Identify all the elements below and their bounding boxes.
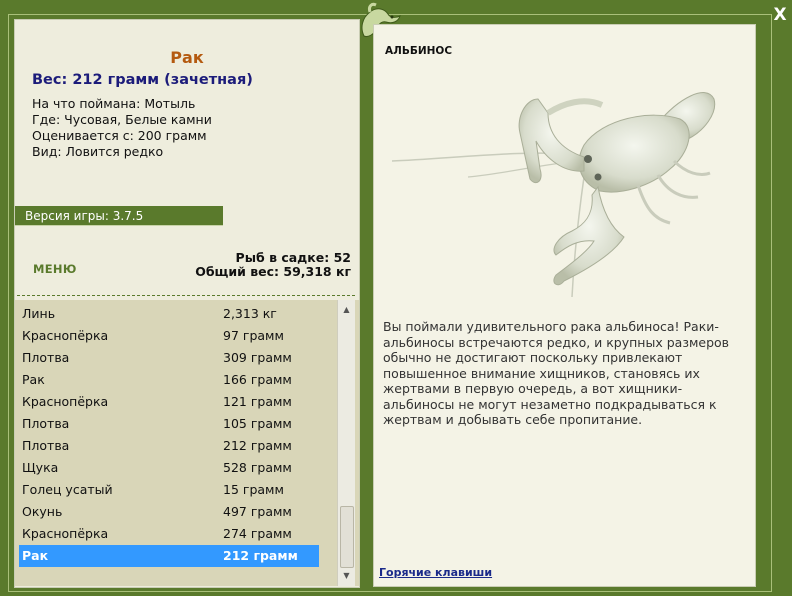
fish-weight: 15 грамм <box>223 482 284 497</box>
fish-count: Рыб в садке: 52 <box>235 250 351 265</box>
catch-info: Рак Вес: 212 грамм (зачетная) На что пой… <box>15 20 359 220</box>
scroll-thumb[interactable] <box>340 506 354 568</box>
detail-description: Вы поймали удивительного рака альбиноса!… <box>383 319 730 427</box>
fish-weight: 497 грамм <box>223 504 292 519</box>
catch-place: Где: Чусовая, Белые камни <box>32 112 212 127</box>
fish-list-row[interactable]: Плотва 212 грамм <box>19 435 319 457</box>
fish-weight: 97 грамм <box>223 328 284 343</box>
fish-name: Рак <box>22 548 49 563</box>
fish-name: Краснопёрка <box>22 328 109 343</box>
albino-crayfish-image <box>391 92 716 298</box>
fish-list-row[interactable]: Плотва 105 грамм <box>19 413 319 435</box>
fish-weight: 2,313 кг <box>223 306 277 321</box>
fish-name: Краснопёрка <box>22 394 109 409</box>
scroll-up-icon[interactable]: ▲ <box>338 302 355 318</box>
fish-list-container: Линь 2,313 кг Краснопёрка 97 грамм Плотва 309… <box>15 300 359 586</box>
fish-weight: 166 грамм <box>223 372 292 387</box>
fish-name: Рак <box>22 372 45 387</box>
fish-name: Голец усатый <box>22 482 113 497</box>
fish-list-row[interactable]: Окунь 497 грамм <box>19 501 319 523</box>
fish-weight: 212 грамм <box>223 548 298 563</box>
total-weight: Общий вес: 59,318 кг <box>195 264 351 279</box>
fish-name: Краснопёрка <box>22 526 109 541</box>
scroll-down-icon[interactable]: ▼ <box>338 568 355 584</box>
fish-list-row[interactable]: Рак 166 грамм <box>19 369 319 391</box>
fish-name: Окунь <box>22 504 63 519</box>
hotkeys-link[interactable]: Горячие клавиши <box>379 566 492 579</box>
catch-weight: Вес: 212 грамм (зачетная) <box>32 72 253 88</box>
detail-title: АЛЬБИНОС <box>385 45 453 57</box>
catch-rated-from: Оценивается с: 200 грамм <box>32 128 207 143</box>
fish-weight: 309 грамм <box>223 350 292 365</box>
catch-title: Рак <box>170 48 204 67</box>
keepnet-stats: Рыб в садке: 52 Общий вес: 59,318 кг <box>195 251 351 279</box>
list-scrollbar[interactable]: ▲ ▼ <box>337 300 355 586</box>
fish-list-row[interactable]: Краснопёрка 97 грамм <box>19 325 319 347</box>
fish-name: Плотва <box>22 350 70 365</box>
fish-list-row[interactable]: Голец усатый 15 грамм <box>19 479 319 501</box>
fish-list-row[interactable]: Краснопёрка 274 грамм <box>19 523 319 545</box>
fish-name: Линь <box>22 306 56 321</box>
fish-weight: 121 грамм <box>223 394 292 409</box>
fish-weight: 212 грамм <box>223 438 292 453</box>
fish-name: Щука <box>22 460 59 475</box>
fish-list-row[interactable]: Рак 212 грамм <box>19 545 319 567</box>
fish-list-row[interactable]: Краснопёрка 121 грамм <box>19 391 319 413</box>
fish-weight: 105 грамм <box>223 416 292 431</box>
divider <box>17 295 355 296</box>
fish-name: Плотва <box>22 416 70 431</box>
fish-list-row[interactable]: Линь 2,313 кг <box>19 303 319 325</box>
fish-name: Плотва <box>22 438 70 453</box>
fish-weight: 528 грамм <box>223 460 292 475</box>
catch-bait: На что поймана: Мотыль <box>32 96 196 111</box>
catch-kind: Вид: Ловится редко <box>32 144 164 159</box>
fish-weight: 274 грамм <box>223 526 292 541</box>
catch-panel: Рак Вес: 212 грамм (зачетная) На что пой… <box>14 19 360 588</box>
game-window: X Рак Вес: 212 грамм (зачетная) На что п… <box>0 0 792 596</box>
menu-button[interactable]: МЕНЮ <box>33 262 77 276</box>
game-version: Версия игры: 3.7.5 <box>15 206 223 226</box>
detail-panel: АЛЬБИНОС Вы поймали удивительного рака а… <box>373 24 756 587</box>
fish-list: Линь 2,313 кг Краснопёрка 97 грамм Плотва 309… <box>19 303 319 567</box>
fish-list-row[interactable]: Щука 528 грамм <box>19 457 319 479</box>
fish-list-row[interactable]: Плотва 309 грамм <box>19 347 319 369</box>
close-button[interactable]: X <box>771 5 789 25</box>
